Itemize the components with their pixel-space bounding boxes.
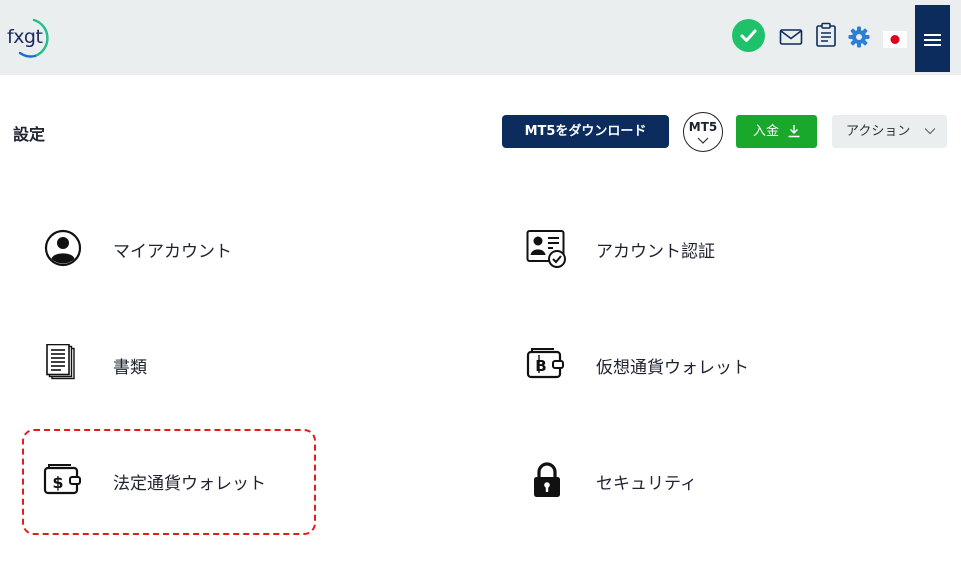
- menu-bar-3: [924, 44, 941, 46]
- status-check-icon[interactable]: [732, 19, 765, 52]
- japan-flag-icon[interactable]: [883, 31, 907, 48]
- settings-item-label: 仮想通貨ウォレット: [596, 358, 749, 378]
- download-arrow-icon: [788, 125, 800, 138]
- settings-item-crypto-wallet[interactable]: B 仮想通貨ウォレット: [526, 334, 826, 394]
- page: fxgt 設定 MT5をダウンロード MT5 入金 アクション マイアカウント …: [0, 0, 961, 571]
- lock-icon: [526, 460, 566, 500]
- deposit-button[interactable]: 入金: [736, 115, 817, 148]
- action-dropdown[interactable]: アクション: [832, 115, 947, 148]
- menu-bar-2: [924, 39, 941, 41]
- settings-item-label: アカウント認証: [596, 242, 715, 262]
- settings-item-account-verification[interactable]: アカウント認証: [526, 218, 826, 278]
- fxgt-logo[interactable]: fxgt: [4, 17, 56, 59]
- mt5-badge-label: MT5: [688, 120, 718, 134]
- download-mt5-button[interactable]: MT5をダウンロード: [502, 115, 669, 148]
- settings-item-label: マイアカウント: [113, 242, 232, 262]
- crypto-wallet-icon: B: [526, 344, 566, 384]
- clipboard-icon[interactable]: [815, 22, 837, 48]
- highlight-annotation: [22, 429, 316, 535]
- settings-item-security[interactable]: セキュリティ: [526, 450, 826, 510]
- mt5-platform-toggle[interactable]: MT5: [683, 112, 723, 152]
- settings-item-documents[interactable]: 書類: [43, 334, 343, 394]
- settings-item-label: セキュリティ: [596, 474, 697, 494]
- id-card-verify-icon: [526, 228, 566, 268]
- hamburger-menu-button[interactable]: [915, 5, 950, 72]
- deposit-button-label: 入金: [753, 124, 780, 139]
- svg-text:B: B: [535, 357, 546, 375]
- settings-item-label: 書類: [113, 358, 147, 378]
- user-icon: [43, 228, 83, 268]
- chevron-down-icon: [924, 128, 936, 135]
- mail-icon[interactable]: [779, 27, 803, 47]
- gear-icon[interactable]: [848, 26, 870, 48]
- menu-bar-1: [924, 34, 941, 36]
- page-title: 設定: [13, 125, 46, 144]
- logo-text: fxgt: [7, 26, 43, 48]
- action-dropdown-label: アクション: [846, 124, 911, 139]
- documents-icon: [43, 343, 83, 384]
- chevron-down-icon: [697, 137, 709, 144]
- top-bar: fxgt: [0, 0, 961, 75]
- settings-item-my-account[interactable]: マイアカウント: [43, 218, 343, 278]
